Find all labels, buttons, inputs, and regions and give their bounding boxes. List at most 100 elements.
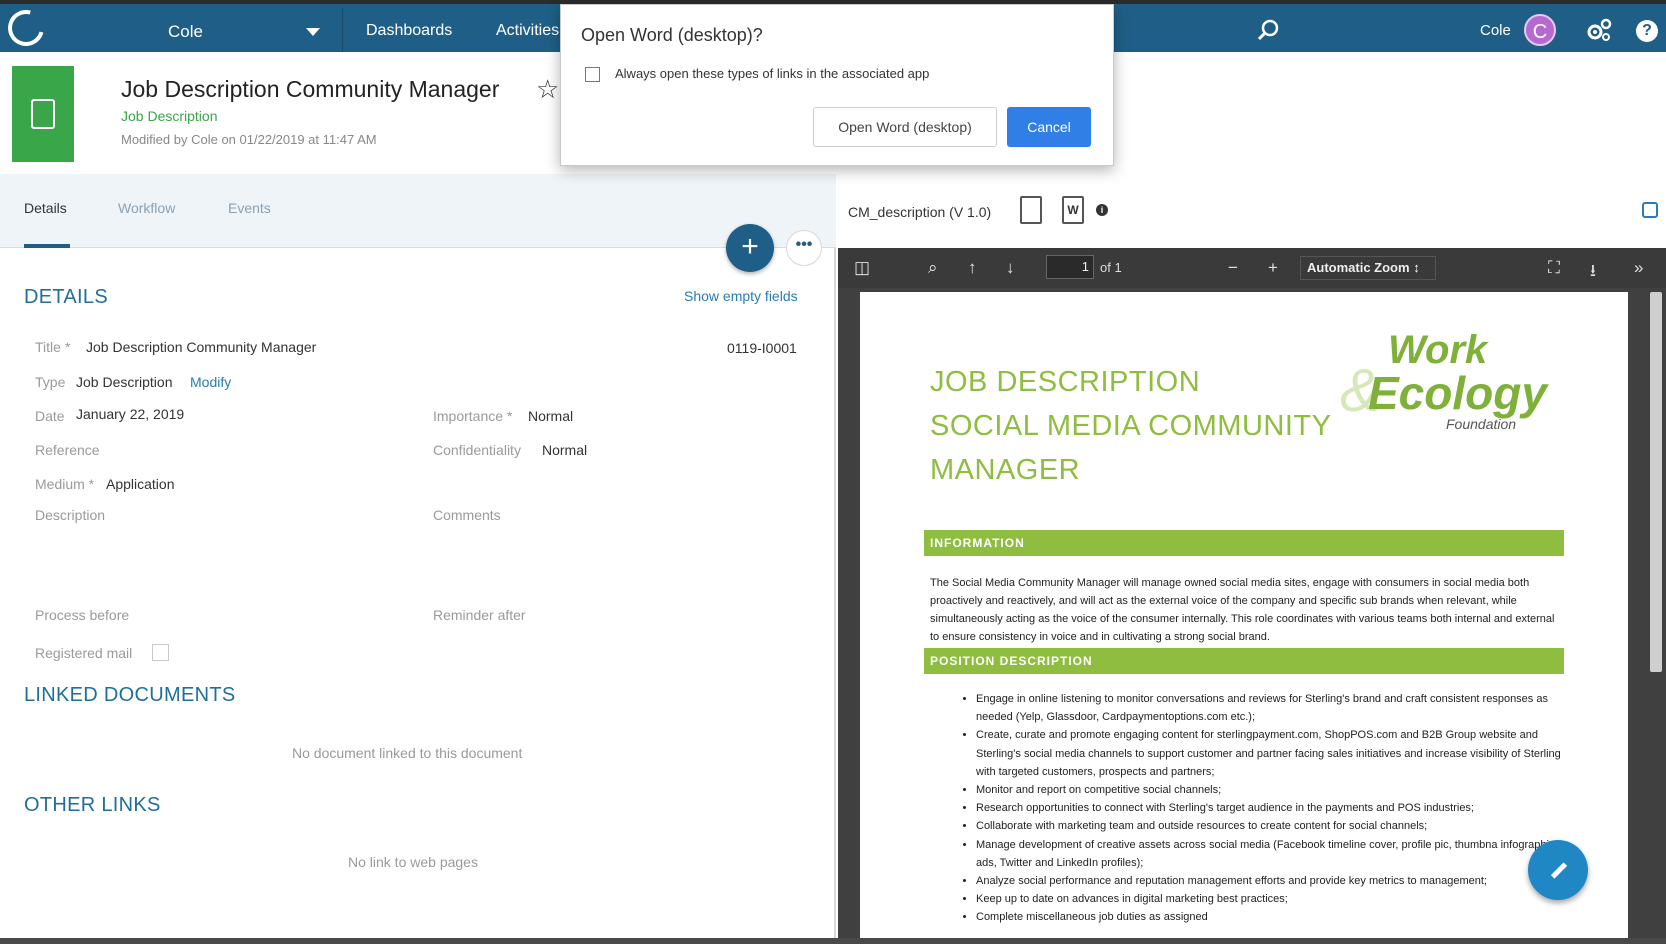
more-options-button[interactable]: ••• — [786, 230, 822, 266]
details-heading: DETAILS — [24, 286, 108, 308]
active-tab-indicator — [24, 244, 70, 248]
tab-workflow[interactable]: Workflow — [118, 200, 175, 216]
more-tools-icon[interactable]: » — [1634, 258, 1643, 278]
zoom-select-value: Automatic Zoom — [1307, 260, 1410, 275]
description-label: Description — [35, 507, 106, 523]
list-item: Analyze social performance and reputatio… — [976, 872, 1566, 890]
add-button[interactable]: + — [726, 224, 774, 272]
list-item: Collaborate with marketing team and outs… — [976, 817, 1566, 835]
details-panel: Details Workflow Events + ••• DETAILS Sh… — [0, 174, 836, 944]
current-user-name: Cole — [1480, 22, 1511, 39]
modify-type-link[interactable]: Modify — [190, 374, 231, 390]
pdf-heading-2: SOCIAL MEDIA COMMUNITY — [930, 410, 1332, 442]
zoom-select[interactable]: Automatic Zoom ↕ — [1300, 256, 1436, 280]
always-open-checkbox[interactable] — [585, 67, 600, 82]
tab-details[interactable]: Details — [24, 200, 67, 216]
linked-documents-empty: No document linked to this document — [292, 745, 523, 761]
help-icon[interactable]: ? — [1636, 20, 1658, 42]
confidentiality-value[interactable]: Normal — [542, 442, 587, 458]
search-icon[interactable] — [1258, 19, 1280, 41]
avatar[interactable]: C — [1524, 14, 1556, 46]
reminder-after-label: Reminder after — [433, 607, 526, 623]
title-value[interactable]: Job Description Community Manager — [86, 339, 316, 355]
zoom-out-icon[interactable]: − — [1228, 258, 1238, 278]
list-item: Manage development of creative assets ac… — [976, 836, 1566, 872]
document-type-link[interactable]: Job Description — [121, 108, 218, 124]
open-app-dialog: Open Word (desktop)? Always open these t… — [560, 4, 1114, 166]
zoom-in-icon[interactable]: + — [1268, 258, 1278, 278]
medium-value[interactable]: Application — [106, 476, 175, 492]
pencil-icon — [1550, 862, 1568, 879]
pdf-download-icon[interactable] — [1020, 196, 1042, 224]
page-title: Job Description Community Manager — [121, 76, 500, 102]
zoom-select-caret-icon: ↕ — [1413, 260, 1420, 275]
position-description-bar: POSITION DESCRIPTION — [924, 648, 1564, 674]
chevron-down-icon — [306, 28, 320, 36]
nav-dashboards[interactable]: Dashboards — [366, 22, 452, 40]
cancel-button[interactable]: Cancel — [1007, 107, 1091, 147]
tab-events[interactable]: Events — [228, 200, 271, 216]
show-empty-fields-link[interactable]: Show empty fields — [684, 288, 798, 304]
medium-label: Medium * — [35, 476, 95, 492]
comments-label: Comments — [433, 507, 501, 523]
settings-gear-icon[interactable] — [1586, 18, 1612, 42]
reference-label: Reference — [35, 442, 100, 458]
next-page-icon[interactable]: ↓ — [1006, 258, 1015, 278]
dialog-title: Open Word (desktop)? — [581, 25, 763, 45]
list-item: Keep up to date on advances in digital m… — [976, 890, 1566, 908]
viewer-header: CM_description (V 1.0) W i — [838, 174, 1666, 248]
pdf-heading-1: JOB DESCRIPTION — [930, 366, 1201, 398]
registered-mail-label: Registered mail — [35, 645, 133, 661]
file-name: CM_description (V 1.0) — [848, 204, 992, 220]
app-logo-icon[interactable] — [1, 3, 51, 53]
previous-page-icon[interactable]: ↑ — [968, 258, 977, 278]
pdf-page: JOB DESCRIPTION SOCIAL MEDIA COMMUNITY M… — [860, 292, 1628, 944]
confidentiality-label: Confidentiality — [433, 442, 521, 458]
importance-value[interactable]: Normal — [528, 408, 573, 424]
information-section-bar: INFORMATION — [924, 530, 1564, 556]
modified-info: Modified by Cole on 01/22/2019 at 11:47 … — [121, 132, 377, 147]
registered-mail-checkbox[interactable] — [152, 644, 169, 661]
list-item: Complete miscellaneous job duties as ass… — [976, 908, 1566, 926]
edit-button[interactable] — [1528, 840, 1588, 900]
window-bottom-border — [0, 938, 1666, 944]
open-word-button[interactable]: Open Word (desktop) — [813, 107, 997, 147]
page-count: of 1 — [1100, 260, 1122, 275]
title-label: Title * — [35, 339, 71, 355]
favorite-star-icon[interactable]: ☆ — [536, 74, 559, 105]
pdf-heading-3: MANAGER — [930, 454, 1081, 486]
document-number: 0119-I0001 — [727, 340, 797, 356]
date-label: Date — [35, 408, 65, 424]
always-open-label[interactable]: Always open these types of links in the … — [615, 66, 929, 81]
find-icon[interactable]: ⌕ — [928, 258, 938, 278]
list-item: Engage in online listening to monitor co… — [976, 690, 1566, 726]
info-icon[interactable]: i — [1096, 204, 1108, 216]
pdf-toolbar: ◫ ⌕ ↑ ↓ 1 of 1 − + Automatic Zoom ↕ ⛶ ⭳ … — [838, 248, 1666, 288]
type-value: Job Description — [76, 374, 173, 390]
process-before-label: Process before — [35, 607, 130, 623]
other-links-empty: No link to web pages — [348, 854, 478, 870]
word-open-icon[interactable]: W — [1062, 196, 1084, 224]
document-icon — [12, 66, 74, 162]
page-number-input[interactable]: 1 — [1046, 255, 1094, 279]
position-description-list: Engage in online listening to monitor co… — [948, 690, 1566, 927]
list-item: Create, curate and promote engaging cont… — [976, 726, 1566, 781]
nav-activities[interactable]: Activities — [496, 22, 559, 40]
other-links-heading: OTHER LINKS — [24, 794, 161, 816]
sidebar-toggle-icon[interactable]: ◫ — [854, 258, 870, 278]
user-dropdown-label: Cole — [168, 22, 203, 41]
user-dropdown[interactable]: Cole — [128, 8, 343, 52]
linked-documents-heading: LINKED DOCUMENTS — [24, 684, 236, 706]
brand-logo-foundation: Foundation — [1446, 416, 1517, 432]
type-label: Type — [35, 374, 66, 390]
copy-icon[interactable] — [1642, 202, 1658, 218]
pdf-scrollbar[interactable] — [1650, 292, 1662, 672]
list-item: Research opportunities to connect with S… — [976, 799, 1566, 817]
fullscreen-icon[interactable]: ⛶ — [1548, 258, 1560, 278]
save-icon[interactable]: ⭳ — [1590, 258, 1596, 287]
brand-logo-ecology: Ecology — [1368, 367, 1547, 419]
list-item: Monitor and report on competitive social… — [976, 781, 1566, 799]
tab-bar: Details Workflow Events — [0, 174, 836, 248]
date-value[interactable]: January 22, 2019 — [76, 406, 184, 422]
importance-label: Importance * — [433, 408, 513, 424]
